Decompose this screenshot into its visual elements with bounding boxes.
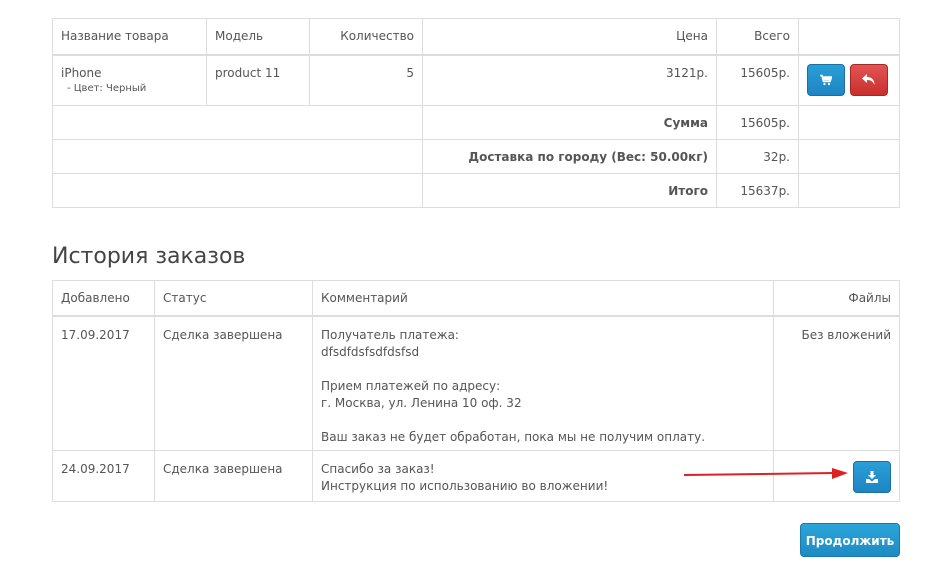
- header-actions: [798, 18, 900, 55]
- header-date-added: Добавлено: [52, 280, 155, 316]
- product-name-cell: iPhone - Цвет: Черный: [52, 54, 207, 106]
- header-total: Всего: [716, 18, 799, 55]
- history-files: Без вложений: [773, 315, 900, 451]
- product-total: 15605р.: [716, 54, 799, 106]
- product-row: iPhone - Цвет: Черный product 11 5 3121р…: [52, 54, 900, 106]
- product-option: - Цвет: Черный: [67, 82, 147, 94]
- history-date: 24.09.2017: [52, 450, 155, 502]
- comment-line: г. Москва, ул. Ленина 10 оф. 32: [321, 395, 522, 410]
- history-date: 17.09.2017: [52, 315, 155, 451]
- comment-line: dfsdfdsfsdfdsfsd: [321, 344, 420, 359]
- product-name: iPhone: [61, 65, 102, 80]
- header-comment: Комментарий: [312, 280, 774, 316]
- header-files: Файлы: [773, 280, 900, 316]
- totals-row-shipping: Доставка по городу (Вес: 50.00кг) 32р.: [52, 139, 900, 174]
- reply-arrow-icon: [861, 73, 875, 85]
- continue-button[interactable]: Продолжить: [800, 523, 900, 557]
- grand-total-label: Итого: [422, 173, 717, 208]
- product-price: 3121р.: [422, 54, 717, 106]
- comment-line: Прием платежей по адресу:: [321, 378, 501, 393]
- header-product-name: Название товара: [52, 18, 207, 55]
- download-icon: [866, 471, 878, 483]
- totals-row-subtotal: Сумма 15605р.: [52, 105, 900, 140]
- grand-total-value: 15637р.: [716, 173, 799, 208]
- header-quantity: Количество: [309, 18, 423, 55]
- product-actions: [798, 54, 900, 106]
- product-quantity: 5: [309, 54, 423, 106]
- order-products-table: Название товара Модель Количество Цена В…: [52, 18, 900, 208]
- return-button[interactable]: [849, 63, 888, 96]
- shipping-label: Доставка по городу (Вес: 50.00кг): [422, 139, 717, 174]
- download-attachment-button[interactable]: [853, 461, 891, 493]
- totals-row-total: Итого 15637р.: [52, 173, 900, 208]
- history-status: Сделка завершена: [154, 315, 313, 451]
- history-comment: Получатель платежа: dfsdfdsfsdfdsfsd При…: [312, 315, 774, 451]
- history-row: 17.09.2017 Сделка завершена Получатель п…: [52, 315, 900, 451]
- header-model: Модель: [206, 18, 310, 55]
- header-status: Статус: [154, 280, 313, 316]
- comment-line: Получатель платежа:: [321, 327, 459, 342]
- shipping-value: 32р.: [716, 139, 799, 174]
- comment-line: Ваш заказ не будет обработан, пока мы не…: [321, 429, 706, 444]
- subtotal-value: 15605р.: [716, 105, 799, 140]
- history-header-row: Добавлено Статус Комментарий Файлы: [52, 280, 900, 316]
- reorder-button[interactable]: [807, 63, 845, 96]
- annotation-arrow-icon: [684, 468, 848, 479]
- order-history-title: История заказов: [52, 244, 246, 269]
- products-header-row: Название товара Модель Количество Цена В…: [52, 18, 900, 55]
- product-model: product 11: [206, 54, 310, 106]
- header-price: Цена: [422, 18, 717, 55]
- subtotal-label: Сумма: [422, 105, 717, 140]
- history-status: Сделка завершена: [154, 450, 313, 502]
- shopping-cart-icon: [820, 74, 832, 85]
